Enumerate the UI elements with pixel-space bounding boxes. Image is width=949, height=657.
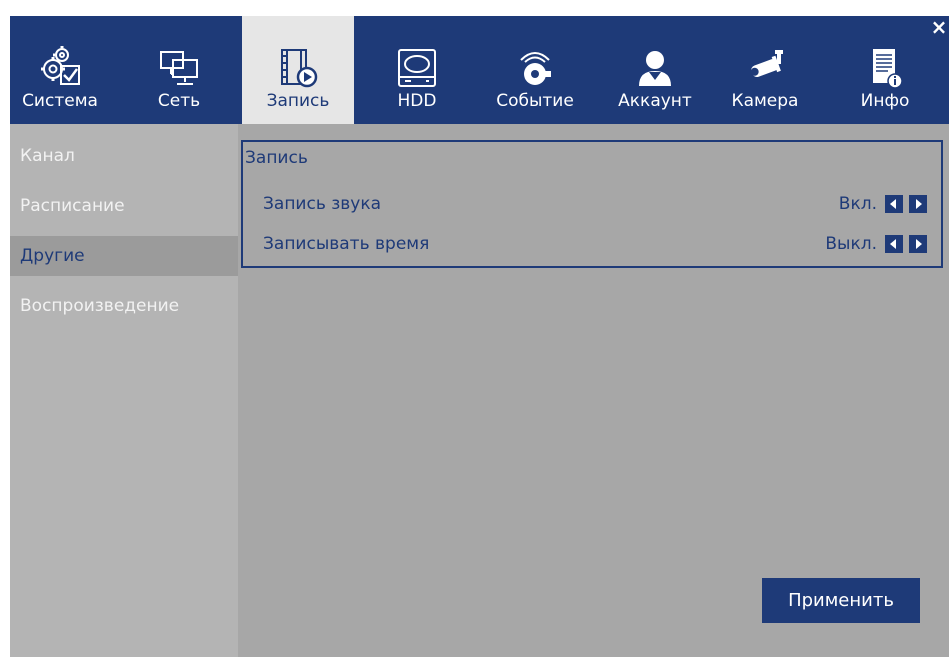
audio-record-value: Вкл. — [838, 194, 877, 214]
sidebar-item-playback[interactable]: Воспроизведение — [10, 286, 238, 326]
sidebar-item-channel[interactable]: Канал — [10, 136, 238, 176]
apply-button[interactable]: Применить — [762, 578, 920, 623]
info-document-icon — [873, 49, 903, 89]
settings-window: Система Сеть Запись HDD Событие Аккаунт … — [10, 16, 949, 657]
tab-hdd[interactable]: HDD — [367, 16, 467, 124]
user-account-icon — [639, 51, 671, 86]
close-icon[interactable]: × — [929, 16, 949, 40]
record-time-prev-button[interactable] — [885, 235, 903, 253]
arrow-right-icon — [916, 239, 922, 249]
alarm-bell-icon — [520, 52, 551, 85]
sidebar-item-schedule[interactable]: Расписание — [10, 186, 238, 226]
film-record-icon — [281, 49, 318, 88]
audio-record-label: Запись звука — [263, 194, 382, 214]
tab-record[interactable]: Запись — [242, 16, 354, 124]
tab-label: Инфо — [860, 91, 910, 111]
tab-camera[interactable]: Камера — [715, 16, 815, 124]
tab-network[interactable]: Сеть — [129, 16, 229, 124]
tab-event[interactable]: Событие — [480, 16, 590, 124]
tab-label: Аккаунт — [618, 91, 692, 111]
arrow-left-icon — [890, 239, 896, 249]
sidebar-item-other[interactable]: Другие — [10, 236, 238, 276]
arrow-right-icon — [916, 199, 922, 209]
arrow-left-icon — [890, 199, 896, 209]
record-time-row: Записывать время Выкл. — [243, 224, 941, 264]
top-tab-bar: Система Сеть Запись HDD Событие Аккаунт … — [10, 16, 949, 124]
record-settings-group: Запись Запись звука Вкл. Записывать врем… — [241, 140, 943, 268]
tab-system[interactable]: Система — [10, 16, 110, 124]
tab-label: Камера — [731, 91, 799, 111]
tab-label: Событие — [496, 91, 574, 111]
audio-record-row: Запись звука Вкл. — [243, 184, 941, 224]
tab-info[interactable]: Инфо — [835, 16, 935, 124]
sidebar: Канал Расписание Другие Воспроизведение — [10, 124, 238, 657]
content-panel: Запись Запись звука Вкл. Записывать врем… — [238, 124, 949, 657]
tab-label: Система — [22, 91, 98, 111]
tab-account[interactable]: Аккаунт — [600, 16, 710, 124]
tab-label: HDD — [397, 91, 437, 111]
hard-drive-icon — [398, 49, 436, 87]
network-monitors-icon — [160, 51, 198, 85]
group-title: Запись — [245, 148, 308, 168]
record-time-label: Записывать время — [263, 234, 430, 254]
audio-record-prev-button[interactable] — [885, 195, 903, 213]
record-time-next-button[interactable] — [909, 235, 927, 253]
bullet-camera-icon — [750, 50, 783, 78]
tab-label: Сеть — [157, 91, 201, 111]
audio-record-next-button[interactable] — [909, 195, 927, 213]
settings-gear-icon — [41, 46, 80, 85]
record-time-value: Выкл. — [825, 234, 877, 254]
tab-label: Запись — [266, 91, 330, 111]
